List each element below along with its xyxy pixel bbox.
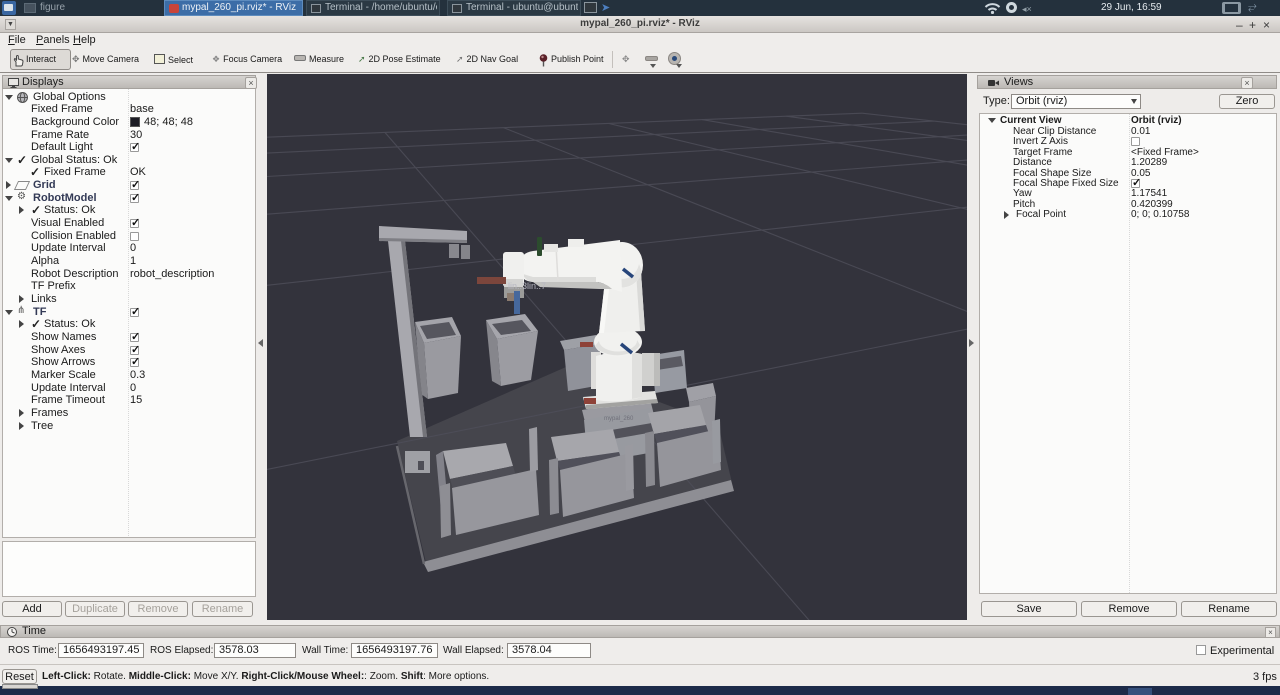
svg-text:mypal_260: mypal_260 [604, 416, 634, 422]
svg-text:lin..3lin..7: lin..3lin..7 [508, 281, 546, 291]
